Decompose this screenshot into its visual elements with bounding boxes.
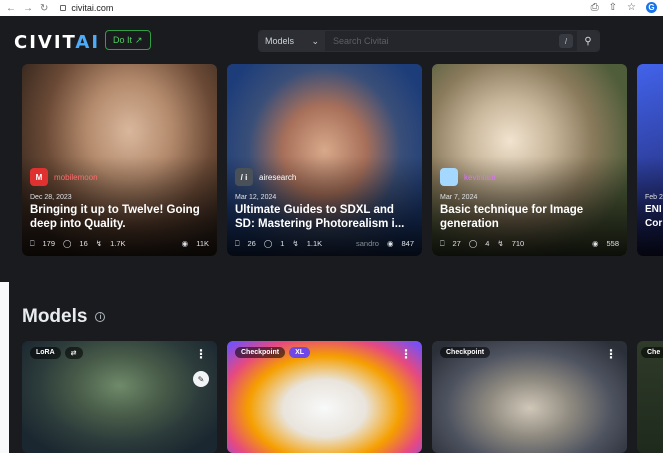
article-author[interactable]: / i airesearch: [235, 168, 296, 186]
article-card-partial[interactable]: Feb 2 ENI Cor: [637, 64, 663, 256]
model-badges: Che: [641, 347, 663, 358]
logo-accent: AI: [75, 32, 101, 53]
views-count: 11K: [196, 239, 209, 248]
views-count: 847: [401, 239, 414, 248]
type-badge: Checkpoint: [440, 347, 491, 358]
avatar: [440, 168, 458, 186]
search-icon: ⚲: [584, 35, 592, 47]
article-title[interactable]: ENI Cor: [645, 203, 663, 231]
article-stats: ⎕ 27 ◯ 4 ↯ 710 ◉ 558: [440, 239, 619, 249]
bolt-icon: ↯: [497, 239, 504, 248]
avatar: M: [30, 168, 48, 186]
article-card[interactable]: M mobilemoon Dec 28, 2023 Bringing it up…: [22, 64, 217, 256]
search-type-label: Models: [265, 36, 295, 46]
model-card-partial[interactable]: Che: [637, 341, 663, 453]
author-name: airesearch: [259, 172, 297, 182]
xl-badge: XL: [289, 347, 311, 358]
eye-icon: ◉: [181, 239, 189, 248]
lock-icon: [60, 5, 67, 11]
likes-count: 27: [452, 239, 461, 248]
article-author[interactable]: kevinlaut: [440, 168, 496, 186]
articles-carousel: M mobilemoon Dec 28, 2023 Bringing it up…: [0, 64, 663, 282]
civitai-logo[interactable]: CIVITAI: [14, 32, 100, 53]
address-bar[interactable]: civitai.com: [60, 3, 113, 13]
logo-text: CIVIT: [14, 32, 76, 53]
comments-count: 1: [280, 239, 285, 248]
models-heading: Models i: [22, 306, 106, 328]
article-title[interactable]: Basic technique for Image generation: [440, 203, 619, 231]
article-date: Mar 12, 2024: [235, 194, 277, 201]
model-badges: Checkpoint: [440, 347, 491, 358]
tips-count: 710: [511, 239, 525, 248]
share-icon[interactable]: ⇧: [609, 2, 617, 13]
forward-icon[interactable]: →: [23, 3, 33, 14]
model-card[interactable]: LoRA ⇄ ⋮ ✎: [22, 341, 217, 453]
article-title[interactable]: Ultimate Guides to SDXL and SD: Masterin…: [235, 203, 414, 231]
browser-nav: ← → ↻: [0, 3, 48, 14]
watermark-text: sandro: [356, 239, 379, 248]
eye-icon: ◉: [386, 239, 394, 248]
model-badges: LoRA ⇄: [30, 347, 83, 359]
comment-icon: ◯: [63, 239, 72, 248]
bookmark-icon: ⎕: [440, 239, 445, 248]
model-card[interactable]: Checkpoint ⋮: [432, 341, 627, 453]
tips-count: 1.7K: [110, 239, 126, 248]
browser-toolbar: ← → ↻ civitai.com ⎙ ⇧ ☆ G: [0, 0, 663, 16]
model-badges: Checkpoint XL: [235, 347, 311, 358]
eye-icon: ◉: [591, 239, 599, 248]
article-date: Mar 7, 2024: [440, 194, 478, 201]
avatar: / i: [235, 168, 253, 186]
url-text[interactable]: civitai.com: [71, 3, 113, 13]
article-date: Feb 2: [645, 194, 663, 201]
article-title[interactable]: Bringing it up to Twelve! Going deep int…: [30, 203, 209, 231]
model-card[interactable]: Checkpoint XL ⋮: [227, 341, 422, 453]
tips-count: 1.1K: [306, 239, 323, 248]
more-options-icon[interactable]: ⋮: [195, 347, 207, 361]
section-title: Models: [22, 306, 88, 327]
transfer-icon: ⇄: [64, 347, 83, 359]
browser-actions: ⎙ ⇧ ☆ G: [591, 2, 657, 13]
more-options-icon[interactable]: ⋮: [400, 347, 412, 361]
comments-count: 16: [79, 239, 88, 248]
views-count: 558: [606, 239, 619, 248]
article-card[interactable]: kevinlaut Mar 7, 2024 Basic technique fo…: [432, 64, 627, 256]
more-options-icon[interactable]: ⋮: [605, 347, 617, 361]
article-stats: ⎕ 26 ◯ 1 ↯ 1.1K sandro ◉ 847: [235, 239, 414, 249]
star-icon[interactable]: ☆: [627, 2, 636, 13]
bookmark-icon: ⎕: [235, 239, 240, 248]
doit-label: Do It: [113, 35, 133, 45]
article-stats: ⎕ 179 ◯ 16 ↯ 1.7K ◉ 11K: [30, 239, 209, 249]
bolt-icon: ↯: [292, 239, 299, 248]
comments-count: 4: [485, 239, 490, 248]
download-icon[interactable]: ⎙: [591, 2, 599, 13]
likes-count: 179: [42, 239, 56, 248]
article-author[interactable]: M mobilemoon: [30, 168, 98, 186]
search-button[interactable]: ⚲: [577, 31, 599, 51]
type-badge: LoRA: [30, 347, 61, 359]
type-badge: Checkpoint: [235, 347, 286, 358]
edit-icon[interactable]: ✎: [193, 371, 209, 387]
slash-shortcut: /: [559, 34, 573, 48]
author-name: mobilemoon: [54, 172, 98, 182]
comment-icon: ◯: [468, 239, 478, 248]
google-profile-icon[interactable]: G: [646, 2, 657, 13]
arrow-icon: ↗: [135, 34, 143, 45]
author-name: kevinlaut: [464, 172, 496, 182]
chevron-down-icon: ⌄: [311, 35, 319, 46]
reload-icon[interactable]: ↻: [40, 3, 48, 14]
article-card[interactable]: / i airesearch Mar 12, 2024 Ultimate Gui…: [227, 64, 422, 256]
search-type-select[interactable]: Models ⌄: [259, 31, 325, 51]
info-icon[interactable]: i: [95, 312, 106, 322]
comment-icon: ◯: [263, 239, 273, 248]
article-date: Dec 28, 2023: [30, 194, 72, 201]
bookmark-icon: ⎕: [30, 239, 35, 248]
search-bar: Models ⌄ / ⚲: [258, 30, 600, 52]
doit-button[interactable]: Do It ↗: [105, 30, 151, 50]
site-header: CIVITAI Do It↗ Models ⌄ / ⚲: [0, 16, 663, 64]
back-icon[interactable]: ←: [6, 3, 16, 14]
likes-count: 26: [247, 239, 256, 248]
type-badge: Che: [641, 347, 663, 358]
bolt-icon: ↯: [95, 239, 103, 248]
search-input[interactable]: [325, 31, 559, 51]
